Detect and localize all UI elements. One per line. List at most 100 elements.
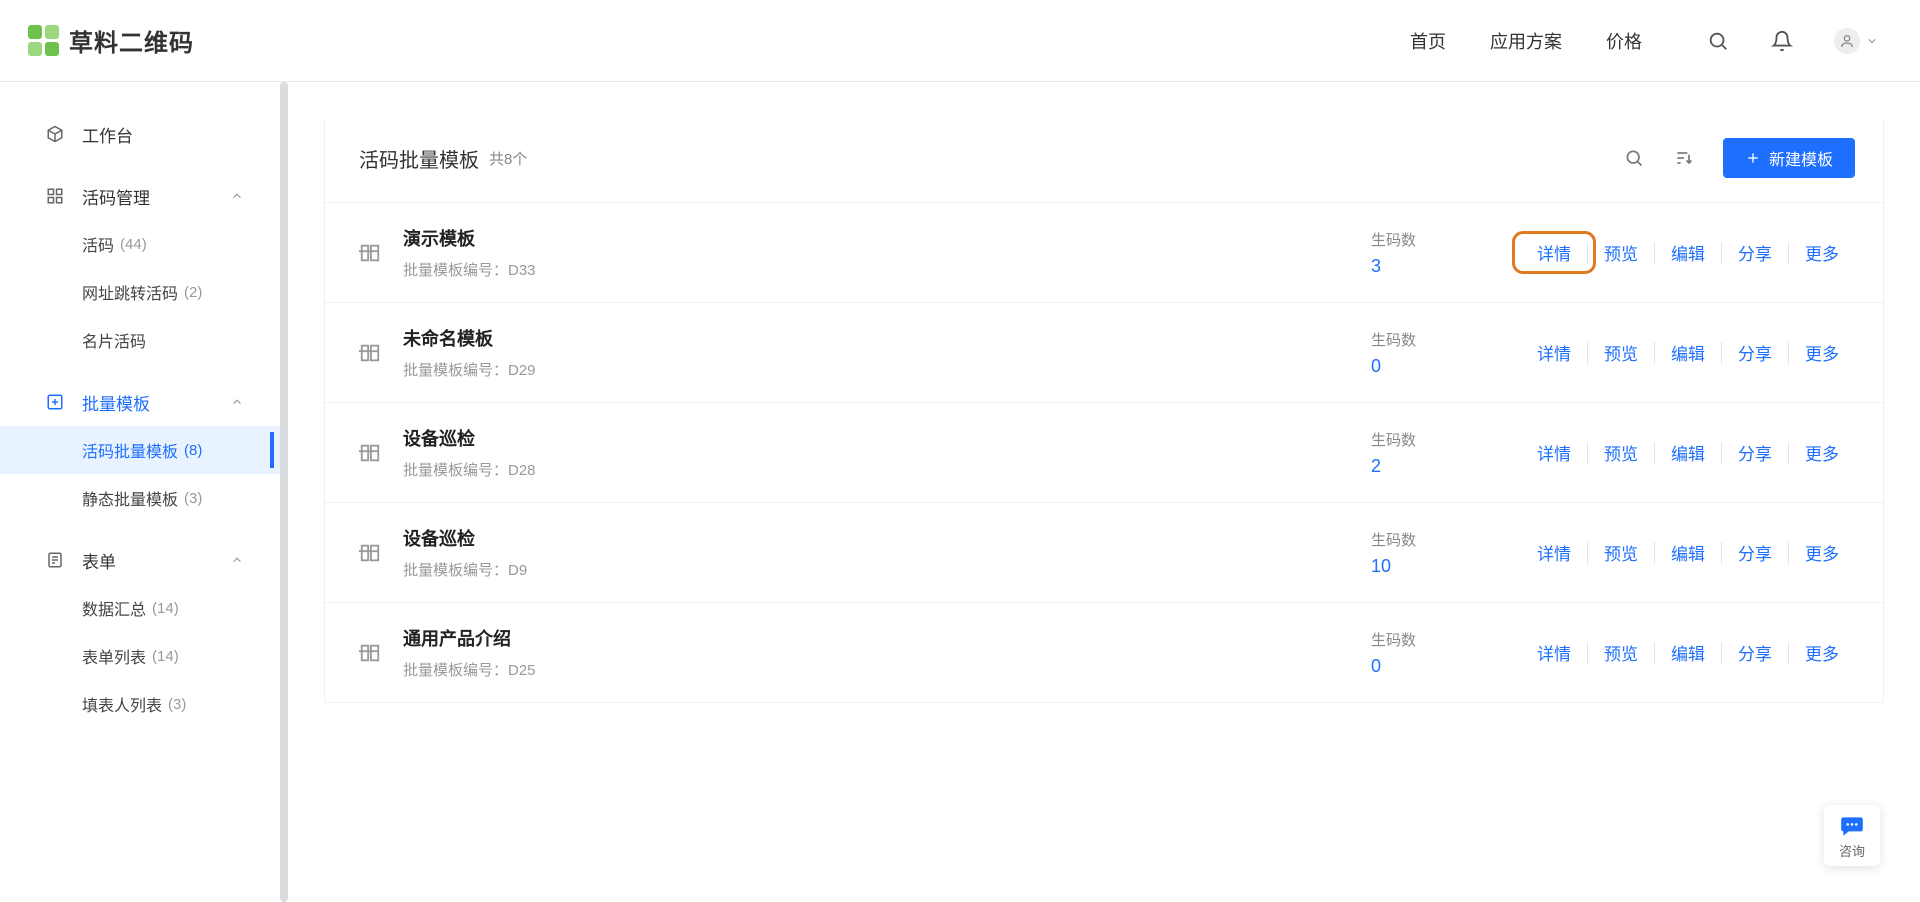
- action-detail[interactable]: 详情: [1521, 340, 1587, 365]
- sort-icon[interactable]: [1673, 147, 1695, 169]
- template-icon: [359, 342, 385, 364]
- template-icon: [359, 242, 385, 264]
- plus-square-icon: [46, 393, 68, 411]
- sidebar-item-label: 活码批量模板: [82, 438, 178, 462]
- sidebar-item-forms[interactable]: 表单: [0, 536, 288, 584]
- panel-title: 活码批量模板: [359, 144, 479, 173]
- sidebar-item-filler-list[interactable]: 填表人列表 (3): [0, 680, 288, 728]
- sidebar-item-static-batch-template[interactable]: 静态批量模板 (3): [0, 474, 288, 522]
- template-count: 生码数0: [1371, 629, 1461, 677]
- template-icon: [359, 442, 385, 464]
- template-row: 未命名模板批量模板编号：D29 生码数 0 详情预览编辑分享更多: [325, 302, 1883, 402]
- new-template-button[interactable]: 新建模板: [1723, 138, 1855, 178]
- consult-button[interactable]: 咨询: [1824, 805, 1880, 866]
- row-actions: 详情预览编辑分享更多: [1521, 640, 1855, 665]
- sidebar-item-count: (44): [120, 236, 147, 253]
- sidebar-item-label: 表单列表: [82, 644, 146, 668]
- count-value[interactable]: 10: [1371, 556, 1391, 577]
- action-detail[interactable]: 详情: [1521, 440, 1587, 465]
- sidebar-item-batch-template[interactable]: 批量模板: [0, 378, 288, 426]
- action-edit[interactable]: 编辑: [1655, 440, 1721, 465]
- sidebar-item-label: 批量模板: [82, 390, 150, 415]
- user-menu[interactable]: [1834, 28, 1878, 54]
- template-meta: 批量模板编号：D28: [403, 459, 536, 480]
- search-icon[interactable]: [1706, 29, 1730, 53]
- action-edit[interactable]: 编辑: [1655, 240, 1721, 265]
- count-label: 生码数: [1371, 329, 1416, 350]
- sidebar-item-label: 静态批量模板: [82, 486, 178, 510]
- sidebar-item-label: 工作台: [82, 122, 133, 147]
- template-title: 设备巡检: [403, 525, 527, 551]
- action-detail[interactable]: 详情: [1521, 640, 1587, 665]
- action-edit[interactable]: 编辑: [1655, 540, 1721, 565]
- template-title: 未命名模板: [403, 325, 536, 351]
- template-title: 演示模板: [403, 225, 536, 251]
- action-more[interactable]: 更多: [1789, 340, 1855, 365]
- count-value[interactable]: 0: [1371, 656, 1381, 677]
- sidebar-item-label: 表单: [82, 548, 116, 573]
- sidebar-item-data-summary[interactable]: 数据汇总 (14): [0, 584, 288, 632]
- action-more[interactable]: 更多: [1789, 540, 1855, 565]
- sidebar-item-live-code[interactable]: 活码 (44): [0, 220, 288, 268]
- topnav: 首页 应用方案 价格: [1410, 28, 1878, 54]
- action-more[interactable]: 更多: [1789, 640, 1855, 665]
- action-preview[interactable]: 预览: [1588, 340, 1654, 365]
- row-actions: 详情预览编辑分享更多: [1521, 440, 1855, 465]
- row-actions: 详情预览编辑分享更多: [1521, 540, 1855, 565]
- panel-tools: 新建模板: [1623, 138, 1855, 178]
- template-icon: [359, 642, 385, 664]
- avatar-icon: [1834, 28, 1860, 54]
- sidebar-item-card-code[interactable]: 名片活码: [0, 316, 288, 364]
- logo[interactable]: 草料二维码: [28, 23, 194, 58]
- action-detail[interactable]: 详情: [1521, 240, 1587, 265]
- action-more[interactable]: 更多: [1789, 240, 1855, 265]
- template-row: 设备巡检批量模板编号：D9生码数10详情预览编辑分享更多: [325, 502, 1883, 602]
- consult-label: 咨询: [1839, 841, 1865, 860]
- sidebar-item-count: (2): [184, 284, 202, 301]
- bell-icon[interactable]: [1770, 29, 1794, 53]
- action-edit[interactable]: 编辑: [1655, 640, 1721, 665]
- action-preview[interactable]: 预览: [1588, 640, 1654, 665]
- sidebar-item-url-jump[interactable]: 网址跳转活码 (2): [0, 268, 288, 316]
- template-count: 生码数10: [1371, 529, 1461, 577]
- action-share[interactable]: 分享: [1722, 340, 1788, 365]
- action-edit[interactable]: 编辑: [1655, 340, 1721, 365]
- template-count: 生码数 0: [1371, 329, 1461, 377]
- search-icon[interactable]: [1623, 147, 1645, 169]
- template-count: 生码数3: [1371, 229, 1461, 277]
- sidebar: 工作台 活码管理 活码 (44) 网址跳转活码 (2) 名片活码: [0, 82, 288, 902]
- action-share[interactable]: 分享: [1722, 240, 1788, 265]
- sidebar-item-workspace[interactable]: 工作台: [0, 110, 288, 158]
- template-title: 设备巡检: [403, 425, 536, 451]
- action-detail[interactable]: 详情: [1521, 540, 1587, 565]
- sidebar-item-form-list[interactable]: 表单列表 (14): [0, 632, 288, 680]
- action-preview[interactable]: 预览: [1588, 440, 1654, 465]
- count-value[interactable]: 3: [1371, 256, 1381, 277]
- action-preview[interactable]: 预览: [1588, 240, 1654, 265]
- template-icon: [359, 542, 385, 564]
- action-preview[interactable]: 预览: [1588, 540, 1654, 565]
- nav-solutions[interactable]: 应用方案: [1490, 28, 1562, 54]
- template-title: 通用产品介绍: [403, 625, 536, 651]
- sidebar-item-live-code-mgmt[interactable]: 活码管理: [0, 172, 288, 220]
- template-count: 生码数2: [1371, 429, 1461, 477]
- nav-home[interactable]: 首页: [1410, 28, 1446, 54]
- template-meta: 批量模板编号：D33: [403, 259, 536, 280]
- template-row: 通用产品介绍批量模板编号：D25生码数0详情预览编辑分享更多: [325, 602, 1883, 702]
- template-panel: 活码批量模板 共8个 新建模板 演示模板批量模板编号：D33生码数3详情预览编辑…: [324, 118, 1884, 703]
- template-row: 设备巡检批量模板编号：D28 生码数2 详情预览编辑分享更多: [325, 402, 1883, 502]
- grid-icon: [46, 187, 68, 205]
- topbar: 草料二维码 首页 应用方案 价格: [0, 0, 1920, 82]
- count-value[interactable]: 0: [1371, 356, 1381, 377]
- template-meta: 批量模板编号：D29: [403, 359, 536, 380]
- cube-icon: [46, 125, 68, 143]
- action-share[interactable]: 分享: [1722, 540, 1788, 565]
- action-share[interactable]: 分享: [1722, 640, 1788, 665]
- new-template-label: 新建模板: [1769, 146, 1833, 170]
- nav-pricing[interactable]: 价格: [1606, 28, 1642, 54]
- count-value[interactable]: 2: [1371, 456, 1381, 477]
- sidebar-item-live-batch-template[interactable]: 活码批量模板 (8): [0, 426, 288, 474]
- action-more[interactable]: 更多: [1789, 440, 1855, 465]
- action-share[interactable]: 分享: [1722, 440, 1788, 465]
- row-actions: 详情预览编辑分享更多: [1521, 340, 1855, 365]
